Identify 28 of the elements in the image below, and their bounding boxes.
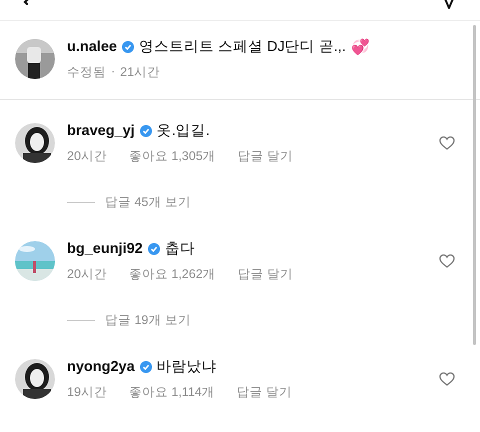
like-count[interactable]: 좋아요 1,305개 [128, 148, 216, 165]
heart-icon[interactable] [439, 372, 455, 386]
hearts-emoji: 💞 [350, 38, 370, 56]
username[interactable]: braveg_yj [67, 122, 135, 138]
username[interactable]: bg_eunji92 [67, 240, 143, 256]
comment-text: 바람났냐 [156, 358, 217, 376]
timestamp: 21시간 [120, 64, 160, 81]
separator-dot: · [111, 64, 116, 80]
comment-text: 영스트리트 스페셜 DJ단디 곧.,. [138, 38, 346, 56]
timestamp: 19시간 [67, 384, 107, 401]
timestamp: 20시간 [67, 148, 107, 165]
comment-text: 춥다 [164, 240, 195, 258]
edited-label: 수정됨 [67, 64, 106, 81]
reply-link[interactable]: 답글 달기 [238, 148, 294, 165]
username[interactable]: u.nalee [67, 38, 117, 54]
heart-icon[interactable] [439, 254, 455, 268]
send-icon[interactable] [442, 0, 456, 10]
view-replies-link[interactable]: 답글 45개 보기 [105, 194, 191, 210]
username[interactable]: nyong2ya [67, 358, 135, 374]
like-count[interactable]: 좋아요 1,262개 [128, 266, 216, 283]
view-replies-link[interactable]: 답글 19개 보기 [105, 312, 191, 328]
like-count[interactable]: 좋아요 1,114개 [128, 384, 215, 401]
heart-icon[interactable] [439, 136, 455, 150]
reply-link[interactable]: 답글 달기 [236, 384, 292, 401]
scrollbar[interactable] [473, 25, 476, 345]
comment-text: 옷.입길. [156, 122, 210, 140]
timestamp: 20시간 [67, 266, 107, 283]
reply-link[interactable]: 답글 달기 [238, 266, 294, 283]
